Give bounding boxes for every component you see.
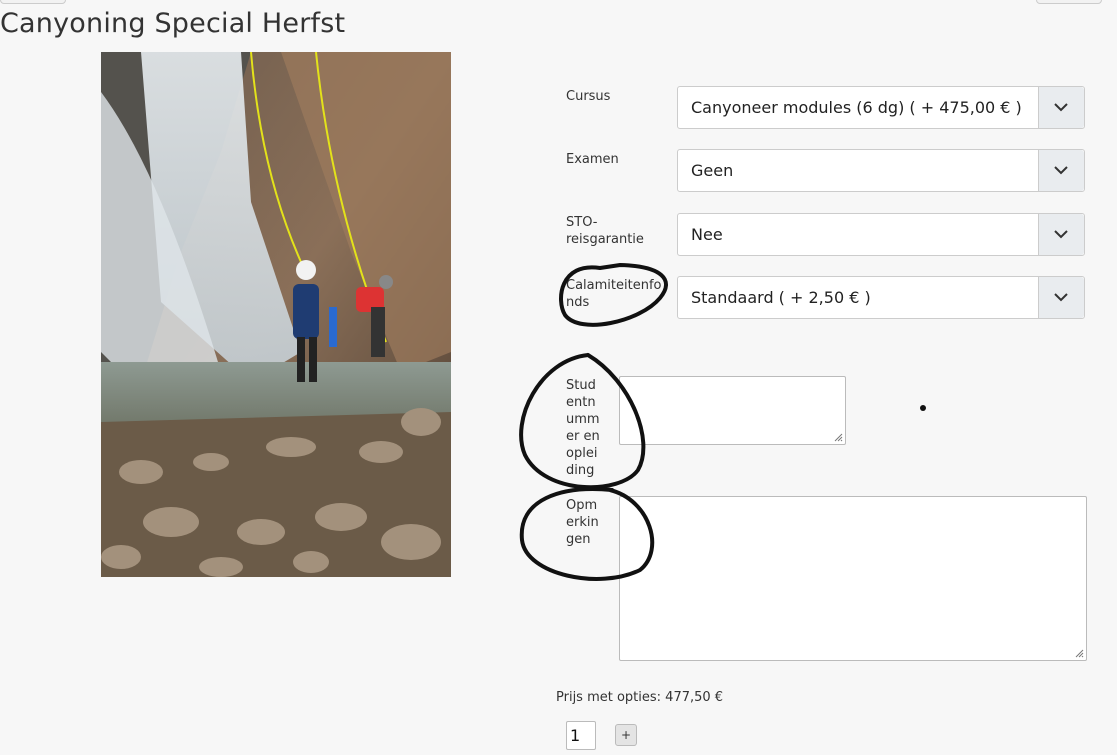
studentnummer-textarea[interactable]: [619, 376, 846, 445]
price-with-options: Prijs met opties: 477,50 €: [556, 690, 724, 705]
sto-label: STO-reisgarantie: [566, 215, 644, 247]
sto-value: Nee: [691, 225, 723, 244]
studentnummer-label: Studentnummer en opleiding: [566, 378, 600, 478]
chevron-down-icon: [1038, 87, 1084, 128]
cursus-label: Cursus: [566, 89, 611, 104]
product-photo: [101, 52, 451, 577]
opmerkingen-label: Opmerkingen: [566, 498, 599, 547]
chevron-down-icon: [1038, 150, 1084, 191]
resize-grip-icon[interactable]: [1074, 648, 1084, 658]
examen-label: Examen: [566, 152, 619, 167]
calamiteitenfonds-select[interactable]: Standaard ( + 2,50 € ): [677, 276, 1085, 319]
examen-value: Geen: [691, 161, 734, 180]
calamiteitenfonds-label: Calamiteitenfonds: [566, 278, 662, 310]
quantity-input[interactable]: 1: [566, 721, 596, 750]
chevron-down-icon: [1038, 277, 1084, 318]
page-title: Canyoning Special Herfst: [0, 8, 346, 39]
sto-select[interactable]: Nee: [677, 213, 1085, 256]
top-right-button[interactable]: [1036, 0, 1102, 4]
calamiteitenfonds-value: Standaard ( + 2,50 € ): [691, 288, 871, 307]
cursus-select[interactable]: Canyoneer modules (6 dg) ( + 475,00 € ): [677, 86, 1085, 129]
examen-select[interactable]: Geen: [677, 149, 1085, 192]
top-left-button[interactable]: [0, 0, 66, 4]
opmerkingen-textarea[interactable]: [619, 496, 1087, 661]
cursus-value: Canyoneer modules (6 dg) ( + 475,00 € ): [691, 98, 1022, 117]
resize-grip-icon[interactable]: [833, 432, 843, 442]
stray-dot: [920, 405, 926, 411]
chevron-down-icon: [1038, 214, 1084, 255]
add-button[interactable]: +: [615, 724, 637, 746]
